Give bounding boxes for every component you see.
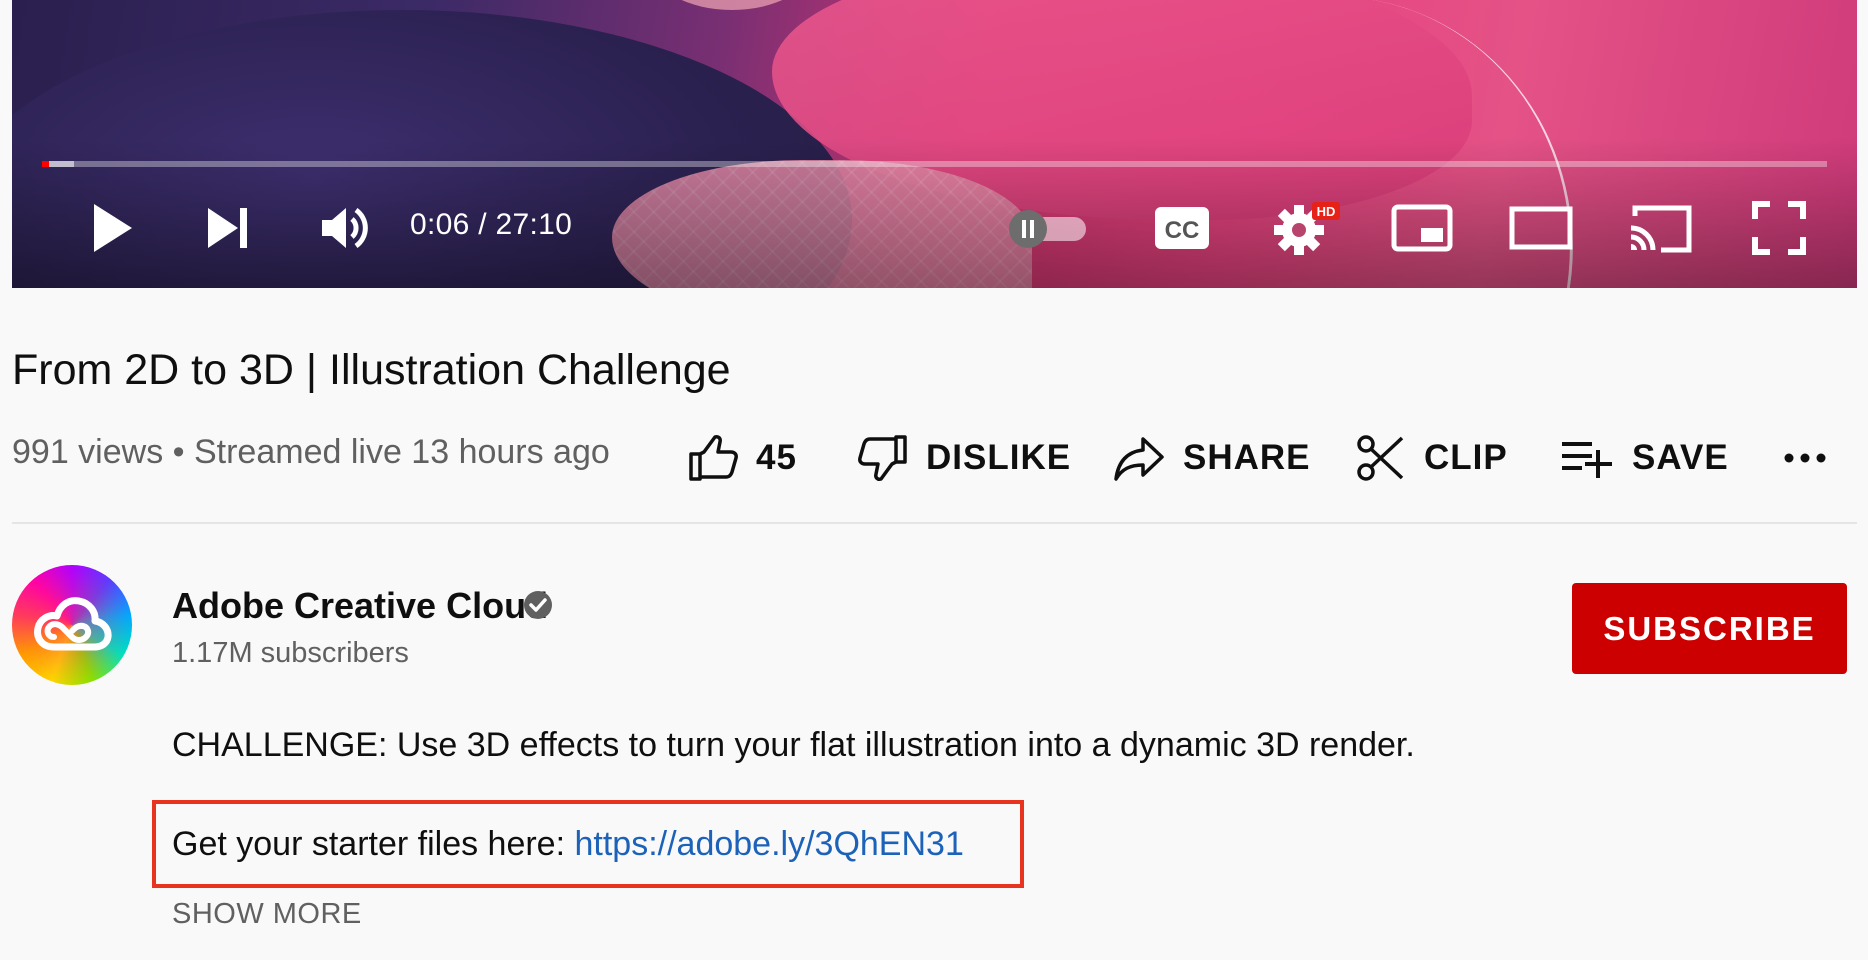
progress-buffered — [48, 161, 75, 167]
starter-files-link[interactable]: https://adobe.ly/3QhEN31 — [575, 825, 964, 863]
autoplay-toggle[interactable] — [1002, 196, 1092, 260]
share-label: SHARE — [1183, 438, 1311, 477]
miniplayer-button[interactable] — [1377, 196, 1467, 260]
video-player[interactable]: 0:06 / 27:10 CC HD — [12, 0, 1857, 288]
like-button[interactable]: 45 — [688, 430, 797, 486]
autoplay-toggle-icon — [1009, 210, 1086, 248]
clip-button[interactable]: CLIP — [1356, 430, 1508, 486]
svg-text:CC: CC — [1165, 217, 1200, 244]
creative-cloud-logo-icon — [34, 597, 112, 651]
play-button[interactable] — [72, 196, 152, 260]
share-icon — [1114, 437, 1164, 481]
share-button[interactable]: SHARE — [1113, 430, 1311, 486]
fullscreen-icon — [1752, 201, 1806, 255]
thumbs-down-icon — [858, 435, 907, 481]
progress-played — [42, 161, 49, 167]
captions-button[interactable]: CC — [1142, 196, 1222, 260]
more-actions-button[interactable] — [1780, 430, 1830, 486]
scissors-icon — [1357, 435, 1404, 481]
subscriber-count: 1.17M subscribers — [172, 637, 409, 669]
thumbs-up-icon — [689, 435, 738, 481]
progress-bar[interactable] — [42, 161, 1827, 167]
time-display: 0:06 / 27:10 — [410, 208, 573, 241]
miniplayer-icon — [1391, 204, 1453, 252]
next-icon — [208, 208, 247, 248]
next-button[interactable] — [188, 196, 268, 260]
gear-icon: HD — [1274, 202, 1340, 255]
description-link-line: Get your starter files here: https://ado… — [172, 825, 964, 864]
theater-mode-icon — [1509, 206, 1573, 250]
show-more-button[interactable]: SHOW MORE — [172, 898, 362, 931]
video-meta: 991 views • Streamed live 13 hours ago — [12, 433, 610, 471]
like-count: 45 — [756, 438, 797, 477]
play-icon — [94, 204, 132, 252]
settings-button[interactable]: HD — [1262, 196, 1352, 260]
dislike-label: DISLIKE — [926, 438, 1072, 477]
subscribe-button[interactable]: SUBSCRIBE — [1572, 583, 1847, 674]
section-divider — [12, 522, 1857, 524]
description-line: CHALLENGE: Use 3D effects to turn your f… — [172, 726, 1415, 764]
fullscreen-button[interactable] — [1734, 196, 1824, 260]
playlist-add-icon — [1562, 442, 1612, 478]
volume-icon — [322, 207, 368, 249]
save-button[interactable]: SAVE — [1560, 430, 1729, 486]
more-horizontal-icon — [1784, 453, 1826, 463]
captions-icon: CC — [1155, 207, 1209, 249]
channel-avatar[interactable] — [12, 565, 132, 685]
clip-label: CLIP — [1424, 438, 1508, 477]
svg-text:HD: HD — [1317, 204, 1336, 219]
cast-button[interactable] — [1615, 196, 1705, 260]
save-label: SAVE — [1632, 438, 1729, 477]
video-artwork-shape — [652, 0, 812, 10]
cast-icon — [1630, 205, 1692, 253]
theater-mode-button[interactable] — [1496, 196, 1586, 260]
description-link-prefix: Get your starter files here: — [172, 825, 575, 863]
dislike-button[interactable]: DISLIKE — [858, 430, 1071, 486]
volume-button[interactable] — [306, 196, 386, 260]
verified-check-icon — [524, 591, 552, 619]
channel-name[interactable]: Adobe Creative Cloud — [172, 585, 548, 627]
video-title: From 2D to 3D | Illustration Challenge — [12, 346, 731, 394]
